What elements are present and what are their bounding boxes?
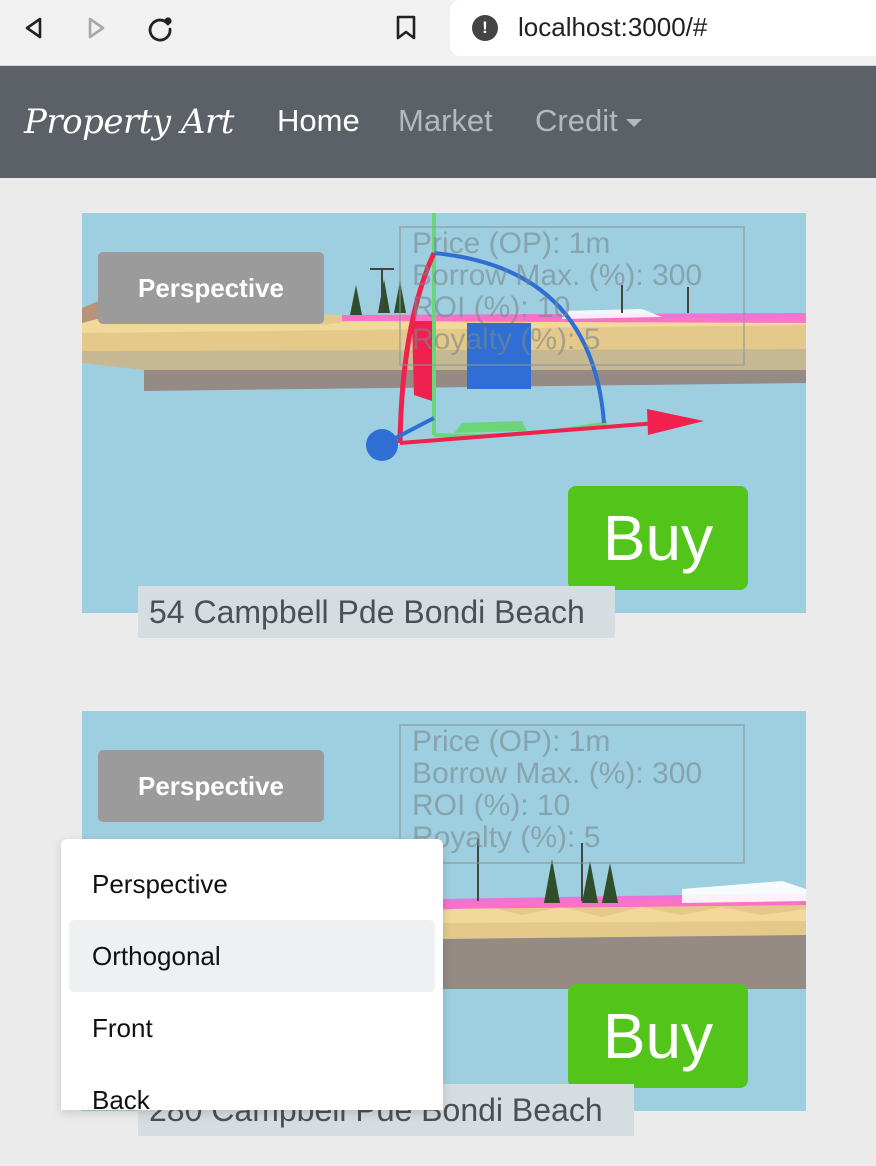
back-arrow-icon[interactable] [16, 10, 52, 46]
menu-item-orthogonal[interactable]: Orthogonal [69, 920, 435, 992]
buy-button[interactable]: Buy [568, 984, 748, 1088]
royalty-text: Royalty (%): 5 [412, 821, 601, 854]
menu-item-front[interactable]: Front [69, 992, 435, 1064]
view-mode-button[interactable]: Perspective [98, 252, 324, 324]
forward-arrow-icon[interactable] [78, 10, 114, 46]
borrow-max-text: Borrow Max. (%): 300 [412, 757, 703, 790]
reload-icon[interactable] [142, 10, 178, 46]
royalty-text: Royalty (%): 5 [412, 323, 601, 356]
price-text: Price (OP): 1m [412, 227, 611, 260]
browser-toolbar: ! localhost:3000/# [0, 0, 876, 66]
view-mode-menu: Perspective Orthogonal Front Back [61, 839, 443, 1110]
nav-credit[interactable]: Credit [535, 103, 642, 139]
chevron-down-icon [625, 118, 642, 127]
menu-item-perspective[interactable]: Perspective [69, 848, 435, 920]
nav-credit-label: Credit [535, 103, 618, 138]
info-icon[interactable]: ! [472, 15, 498, 41]
address-bar[interactable]: ! localhost:3000/# [450, 0, 876, 56]
roi-text: ROI (%): 10 [412, 291, 571, 324]
property-address: 54 Campbell Pde Bondi Beach [138, 586, 615, 638]
property-card: Perspective Price (OP): 1m Borrow Max. (… [82, 213, 806, 613]
property-info-panel: Price (OP): 1m Borrow Max. (%): 300 ROI … [399, 724, 745, 864]
property-info-panel: Price (OP): 1m Borrow Max. (%): 300 ROI … [399, 226, 745, 366]
nav-market[interactable]: Market [398, 103, 493, 139]
roi-text: ROI (%): 10 [412, 789, 571, 822]
url-text: localhost:3000/# [518, 12, 708, 42]
nav-home[interactable]: Home [277, 103, 360, 139]
navbar: Property Art Home Market Credit [0, 66, 876, 178]
buy-button[interactable]: Buy [568, 486, 748, 590]
borrow-max-text: Borrow Max. (%): 300 [412, 259, 703, 292]
menu-item-back[interactable]: Back [69, 1064, 435, 1110]
view-mode-button[interactable]: Perspective [98, 750, 324, 822]
price-text: Price (OP): 1m [412, 725, 611, 758]
brand-logo[interactable]: Property Art [24, 102, 234, 142]
bookmark-icon[interactable] [388, 10, 424, 46]
